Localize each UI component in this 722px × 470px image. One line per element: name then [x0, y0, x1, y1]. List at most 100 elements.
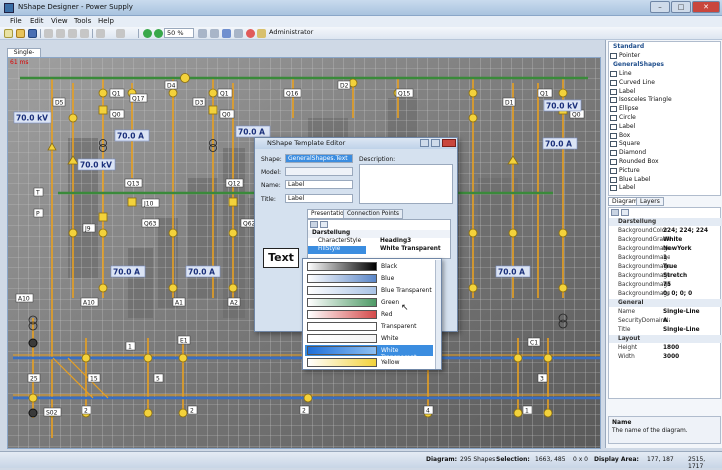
open-icon[interactable]	[16, 29, 25, 38]
dialog-close-button[interactable]	[442, 139, 456, 147]
fillstyle-option-white-transparent[interactable]: White Transparent	[305, 345, 433, 361]
fillstyle-option-yellow[interactable]: Yellow	[305, 357, 433, 368]
tool-circle[interactable]: Circle	[610, 114, 636, 121]
zoom-in-icon[interactable]	[154, 29, 163, 38]
tool-curved-line[interactable]: Curved Line	[610, 79, 655, 86]
tool-icon	[610, 132, 617, 139]
editor-tabs: Presentation Connection Points	[307, 209, 451, 219]
undo-icon[interactable]	[96, 29, 105, 38]
app-icon	[4, 3, 14, 13]
prop-row[interactable]: BackgroundImage 1	[609, 254, 722, 262]
tool-blue-label[interactable]: Blue Label	[610, 176, 650, 183]
tool-icon	[610, 106, 617, 113]
tool-icon	[610, 176, 617, 183]
fill-swatch	[307, 310, 377, 319]
prop-row[interactable]: Height 1800	[609, 344, 722, 352]
prop-row[interactable]: Title Single-Line	[609, 326, 722, 334]
description-input[interactable]	[359, 164, 453, 204]
tool-isosceles-triangle[interactable]: Isosceles Triangle	[610, 96, 672, 104]
tool-line[interactable]: Line	[610, 70, 632, 77]
menu-edit[interactable]: Edit	[30, 17, 44, 25]
design-icon[interactable]	[198, 29, 207, 38]
prop-key: Darstellung	[618, 219, 657, 225]
prop-value: True	[663, 264, 678, 270]
fillstyle-option-blue-transparent[interactable]: Blue Transparent	[305, 285, 433, 296]
model-combo[interactable]	[285, 167, 353, 176]
label-a2: A2	[230, 300, 238, 307]
prop-row[interactable]: BackgroundImage 75	[609, 281, 722, 289]
tab-connection-points[interactable]: Connection Points	[343, 209, 404, 219]
prop-row[interactable]: BackgroundImage NewYork	[609, 245, 722, 253]
cut-icon[interactable]	[44, 29, 53, 38]
prop-row[interactable]: BackgroundImage 0; 0; 0; 0	[609, 290, 722, 298]
menu-view[interactable]: View	[51, 17, 68, 25]
alphabetical-icon[interactable]	[621, 209, 629, 216]
user-combo[interactable]: Administrator	[267, 28, 313, 38]
menu-tools[interactable]: Tools	[74, 17, 91, 25]
fillstyle-option-black[interactable]: Black	[305, 261, 433, 272]
prop-row[interactable]: BackgroundGradientWhite	[609, 236, 722, 244]
label-5: 5	[156, 376, 160, 383]
paste-icon[interactable]	[68, 29, 77, 38]
tool-pointer[interactable]: Pointer	[610, 52, 640, 59]
menu-file[interactable]: File	[10, 17, 22, 25]
save-icon[interactable]	[28, 29, 37, 38]
delete-icon[interactable]	[80, 29, 89, 38]
zoom-out-icon[interactable]	[143, 29, 152, 38]
categorized-icon[interactable]	[310, 221, 318, 228]
tool-diamond[interactable]: Diamond	[610, 149, 646, 157]
fillstyle-option-red[interactable]: Red	[305, 309, 433, 320]
layout-icon[interactable]	[210, 29, 219, 38]
dropdown-scrollbar[interactable]	[435, 260, 441, 369]
categorized-icon[interactable]	[611, 209, 619, 216]
grid-icon[interactable]	[222, 29, 231, 38]
shape-label: Shape:	[261, 156, 282, 163]
name-input[interactable]: Label	[285, 180, 353, 189]
dialog-maximize-button[interactable]	[431, 139, 440, 147]
prop-row[interactable]: BackgroundImage Stretch	[609, 272, 722, 280]
copy-icon[interactable]	[56, 29, 65, 38]
grid-row-value-fillstyle[interactable]: White Transparent	[380, 246, 441, 252]
prop-value: 75	[663, 282, 672, 288]
prop-row[interactable]: Width 3000	[609, 353, 722, 361]
fillstyle-option-white[interactable]: White	[305, 333, 433, 344]
label-d1: D1	[505, 100, 514, 107]
new-icon[interactable]	[4, 29, 13, 38]
zoom-combo[interactable]: 50 %	[164, 28, 194, 38]
amp-label-1: 70.0 A	[117, 132, 144, 141]
tab-single-line[interactable]: Single-Line	[7, 48, 41, 64]
fillstyle-option-transparent[interactable]: Transparent	[305, 321, 433, 332]
tool-rounded-box[interactable]: Rounded Box	[610, 158, 659, 165]
fillstyle-option-blue[interactable]: Blue	[305, 273, 433, 284]
fillstyle-option-green[interactable]: Green	[305, 297, 433, 308]
prop-row[interactable]: BackgroundColor 224; 224; 224	[609, 227, 722, 235]
prop-category: Layout	[609, 335, 722, 343]
color-icon[interactable]	[246, 29, 255, 38]
redo-icon[interactable]	[116, 29, 125, 38]
prop-category: Darstellung	[609, 218, 722, 226]
close-button[interactable]: ✕	[692, 1, 720, 13]
status-selection-size: 0 x 0	[573, 456, 588, 463]
grid-row-value-characterstyle[interactable]: Heading3	[380, 238, 411, 244]
prop-row[interactable]: SecurityDomainNameA	[609, 317, 722, 325]
tool-box[interactable]: Box	[610, 132, 630, 139]
tab-layers[interactable]: Layers	[636, 197, 664, 206]
tool-label[interactable]: Label	[610, 184, 635, 192]
alphabetical-icon[interactable]	[320, 221, 328, 228]
dialog-minimize-button[interactable]	[420, 139, 429, 147]
prop-row[interactable]: BackgroundImage True	[609, 263, 722, 271]
shape-combo[interactable]: GeneralShapes.Text	[285, 154, 353, 163]
tool-label[interactable]: Label	[610, 88, 635, 95]
minimize-button[interactable]: –	[650, 1, 670, 13]
template-icon[interactable]	[234, 29, 243, 38]
tool-label[interactable]: Label	[610, 123, 635, 130]
prop-row[interactable]: Name Single-Line	[609, 308, 722, 316]
fill-swatch	[307, 286, 377, 295]
title-input[interactable]: Label	[285, 194, 353, 203]
menu-help[interactable]: Help	[98, 17, 114, 25]
tool-picture[interactable]: Picture	[610, 167, 640, 174]
fill-option-label: Blue Transparent	[381, 287, 432, 294]
tool-square[interactable]: Square	[610, 140, 640, 148]
tool-ellipse[interactable]: Ellipse	[610, 105, 638, 113]
maximize-button[interactable]: □	[671, 1, 691, 13]
